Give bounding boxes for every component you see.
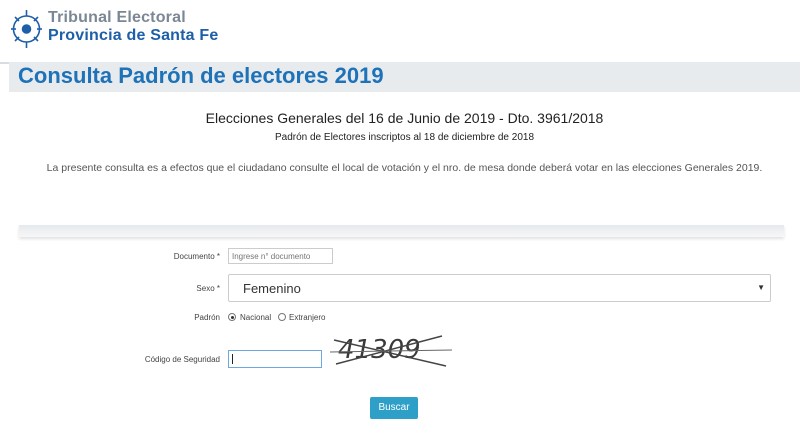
description-text: La presente consulta es a efectos que el…: [46, 162, 763, 174]
documento-label: Documento *: [173, 252, 220, 261]
seal-icon: [11, 10, 42, 48]
election-heading: Elecciones Generales del 16 de Junio de …: [205, 110, 604, 126]
buscar-button[interactable]: Buscar: [370, 397, 418, 419]
codigo-label: Código de Seguridad: [144, 355, 220, 364]
captcha-image: 41309: [330, 335, 452, 367]
codigo-seguridad-input[interactable]: [228, 350, 322, 368]
sexo-label: Sexo *: [196, 284, 220, 293]
election-subheading: Padrón de Electores inscriptos al 18 de …: [274, 132, 535, 143]
content-card: Elecciones Generales del 16 de Junio de …: [9, 92, 800, 445]
padron-extranjero-radio[interactable]: [278, 313, 286, 321]
page-title: Consulta Padrón de electores 2019: [18, 63, 384, 88]
section-divider: [19, 225, 784, 237]
padron-extranjero-label: Extranjero: [289, 313, 326, 322]
chevron-down-icon: ▼: [757, 283, 765, 292]
org-name-line2: Provincia de Santa Fe: [48, 27, 219, 44]
padron-nacional-radio[interactable]: [228, 313, 236, 321]
padron-nacional-label: Nacional: [240, 313, 272, 322]
documento-input[interactable]: [228, 248, 333, 264]
sexo-selected-value: Femenino: [243, 281, 301, 296]
org-name-line1: Tribunal Electoral: [48, 9, 186, 26]
title-bar: Consulta Padrón de electores 2019: [9, 62, 800, 92]
site-header: Tribunal Electoral Provincia de Santa Fe: [0, 0, 800, 64]
text-cursor: [232, 354, 233, 364]
sexo-select[interactable]: Femenino ▼: [228, 274, 771, 302]
padron-label: Padrón: [194, 313, 220, 322]
